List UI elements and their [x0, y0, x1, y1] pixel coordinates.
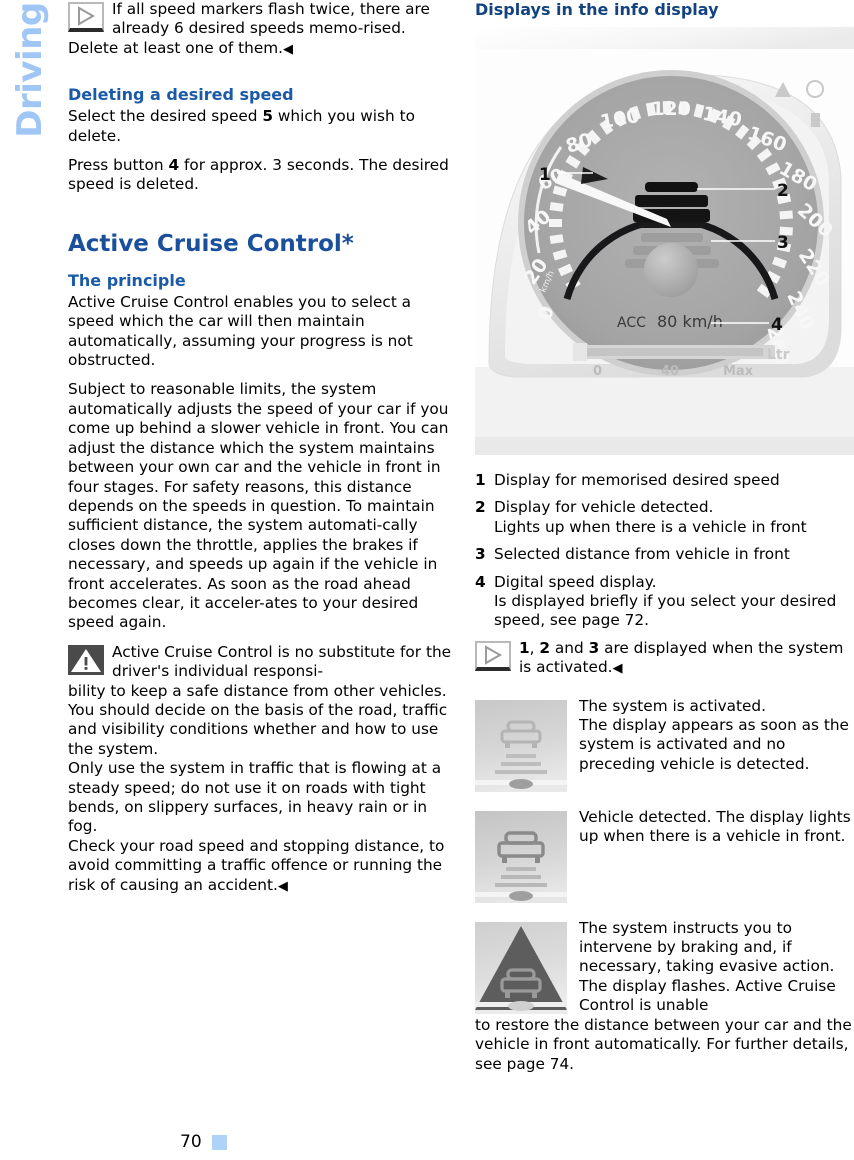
svg-text:Ltr: Ltr	[767, 347, 790, 363]
legend-text: Digital speed display. Is displayed brie…	[494, 572, 837, 630]
legend-text: Selected distance from vehicle in front	[494, 545, 790, 564]
heading-the-principle: The principle	[68, 270, 186, 290]
warning-text-indented: Active Cruise Control is no substitute f…	[112, 642, 452, 681]
legend-number: 3	[475, 545, 486, 564]
legend-item: 2 Display for vehicle detected. Lights u…	[475, 498, 854, 537]
legend-item: 4 Digital speed display. Is displayed br…	[475, 573, 854, 631]
heading-active-cruise-control: Active Cruise Control*	[68, 230, 354, 257]
paragraph-principle-1: Active Cruise Control enables you to sel…	[68, 292, 413, 370]
paragraph-select-speed: Select the desired speed 5 which you wis…	[68, 107, 415, 145]
svg-text:40: 40	[661, 364, 679, 379]
legend-text: Display for vehicle detected. Lights up …	[494, 498, 807, 536]
digital-speed-value: 80 km/h	[657, 312, 723, 331]
display-state-text-flow: to restore the distance between your car…	[475, 1015, 852, 1073]
instrument-cluster-photo: 0 20 40 60 80 100 120 140 160 180 200 22…	[475, 27, 854, 455]
right-column: Displays in the info display 0 20 40 60 …	[475, 0, 854, 1088]
left-column: If all speed markers flash twice, there …	[68, 0, 452, 906]
display-state-row: The system instructs you to intervene by…	[475, 919, 854, 1074]
legend-number: 4	[475, 572, 486, 591]
svg-text:4: 4	[771, 315, 783, 335]
heading-deleting-desired-speed: Deleting a desired speed	[68, 85, 294, 105]
page-number: 70	[180, 1132, 202, 1152]
svg-text:Max: Max	[723, 364, 754, 379]
svg-text:1: 1	[539, 165, 551, 185]
note-endmark: ◀	[612, 661, 623, 677]
display-state-row: The system is activated. The display app…	[475, 697, 854, 794]
note-play-icon	[475, 640, 511, 671]
note-block-displayed-when-activated: 1, 2 and 3 are displayed when the system…	[475, 639, 854, 679]
svg-text:2: 2	[777, 181, 789, 201]
note-endmark: ◀	[283, 41, 294, 57]
heading-displays-info-display: Displays in the info display	[475, 0, 719, 19]
digital-acc-label: ACC	[617, 315, 646, 331]
warning-block-acc: Active Cruise Control is no substitute f…	[68, 643, 452, 896]
legend-item: 1 Display for memorised desired speed	[475, 471, 854, 490]
note-text: 1, 2 and 3 are displayed when the system…	[519, 638, 844, 677]
page-footer: 70	[0, 1132, 300, 1152]
acc-driver-intervene-icon	[475, 921, 567, 1014]
note-text: If all speed markers flash twice, there …	[68, 0, 430, 57]
callout-legend: 1 Display for memorised desired speed 2 …	[475, 471, 854, 631]
legend-item: 3 Selected distance from vehicle in fron…	[475, 545, 854, 564]
svg-text:3: 3	[777, 233, 789, 253]
warning-endmark: ◀	[277, 878, 288, 894]
acc-vehicle-detected-icon	[475, 810, 567, 903]
legend-number: 2	[475, 498, 486, 517]
acc-active-no-vehicle-icon	[475, 699, 567, 792]
page-marker-square	[211, 1134, 227, 1150]
paragraph-press-button: Press button 4 for approx. 3 seconds. Th…	[68, 156, 449, 194]
note-play-icon	[68, 2, 104, 32]
note-block-speed-markers: If all speed markers flash twice, there …	[68, 0, 452, 59]
chapter-tab: Driving	[0, 0, 50, 140]
legend-number: 1	[475, 471, 486, 489]
legend-text: Display for memorised desired speed	[494, 471, 780, 489]
warning-text-flow: bility to keep a safe distance from othe…	[68, 681, 448, 894]
svg-text:0: 0	[593, 364, 602, 379]
display-state-row: Vehicle detected. The display lights up …	[475, 808, 854, 905]
paragraph-principle-2: Subject to reasonable limits, the system…	[68, 380, 449, 632]
warning-triangle-icon	[68, 644, 104, 675]
chapter-tab-label: Driving	[10, 2, 50, 138]
svg-text:120: 120	[651, 98, 691, 120]
